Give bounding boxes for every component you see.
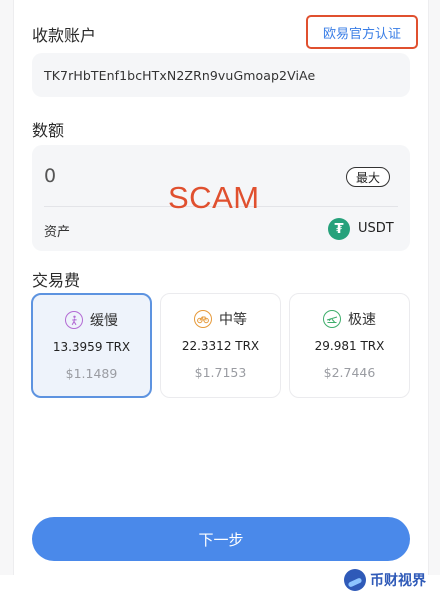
official-verification-link[interactable]: 欧易官方认证 [306, 15, 418, 49]
watermark-text: 币财视界 [370, 573, 426, 589]
next-step-button[interactable]: 下一步 [32, 517, 410, 561]
fee-trx-value: 29.981 TRX [314, 339, 385, 353]
fee-trx-value: 22.3312 TRX [181, 339, 260, 353]
amount-label: 数额 [32, 121, 65, 140]
fee-option-medium[interactable]: 中等 22.3312 TRX $1.7153 [160, 293, 281, 398]
watermark-logo-icon [344, 569, 366, 591]
left-edge [0, 0, 14, 575]
address-field[interactable]: TK7rHbTEnf1bcHTxN2ZRn9vuGmoap2ViAe [32, 53, 410, 97]
fee-usd-value: $1.1489 [65, 366, 118, 381]
asset-name[interactable]: USDT [358, 221, 394, 236]
fee-option-name: 中等 [219, 312, 247, 328]
fee-usd-value: $2.7446 [323, 365, 376, 380]
tether-icon[interactable]: ₮ [328, 218, 350, 240]
fee-label: 交易费 [32, 271, 81, 290]
airplane-icon [323, 310, 341, 328]
scam-overlay-text: SCAM [168, 180, 260, 215]
asset-label: 资产 [44, 225, 71, 240]
walker-icon [65, 311, 83, 329]
fee-usd-value: $1.7153 [194, 365, 247, 380]
right-edge [428, 0, 440, 575]
fee-option-name: 缓慢 [90, 313, 118, 329]
amount-input[interactable]: 0 [44, 165, 56, 187]
max-button[interactable]: 最大 [346, 167, 390, 187]
fee-option-name: 极速 [348, 312, 376, 328]
fee-option-fast[interactable]: 极速 29.981 TRX $2.7446 [289, 293, 410, 398]
transfer-page: 收款账户 欧易官方认证 TK7rHbTEnf1bcHTxN2ZRn9vuGmoa… [0, 0, 440, 600]
watermark: 币财视界 [344, 569, 426, 591]
fee-trx-value: 13.3959 TRX [52, 340, 131, 354]
fee-option-slow[interactable]: 缓慢 13.3959 TRX $1.1489 [31, 293, 152, 398]
receiving-account-label: 收款账户 [32, 26, 97, 45]
bicycle-icon [194, 310, 212, 328]
